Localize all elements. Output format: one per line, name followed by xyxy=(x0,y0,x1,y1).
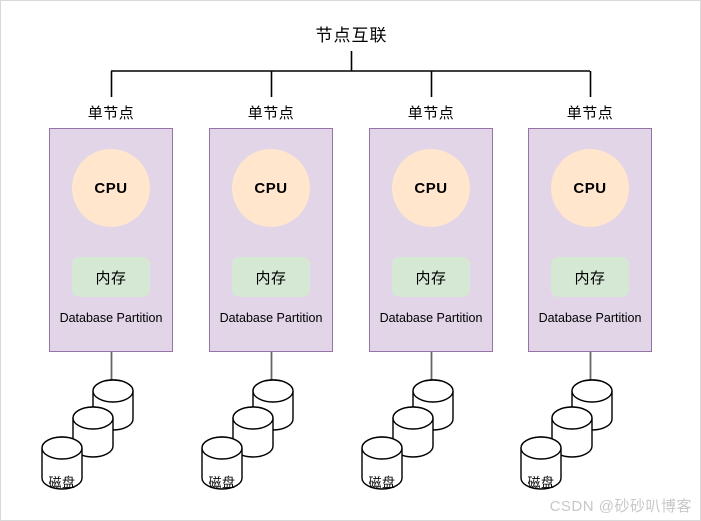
disk-label: 磁盘 xyxy=(368,475,396,490)
database-partition-label: Database Partition xyxy=(219,311,323,325)
diagram-canvas: 节点互联 单节点 CPU 内存 Database Partition 磁盘 单节… xyxy=(0,0,701,521)
memory-box: 内存 xyxy=(551,257,629,297)
node-label: 单节点 xyxy=(407,105,455,122)
disk-label: 磁盘 xyxy=(527,475,555,490)
node-label: 单节点 xyxy=(87,105,135,122)
node-box[interactable]: CPU 内存 Database Partition xyxy=(49,128,173,352)
cpu-circle: CPU xyxy=(72,149,150,227)
disk-label: 磁盘 xyxy=(208,475,236,490)
node-box[interactable]: CPU 内存 Database Partition xyxy=(209,128,333,352)
node-box[interactable]: CPU 内存 Database Partition xyxy=(369,128,493,352)
node-box[interactable]: CPU 内存 Database Partition xyxy=(528,128,652,352)
disk-label: 磁盘 xyxy=(48,475,76,490)
database-partition-label: Database Partition xyxy=(538,311,642,325)
cpu-circle: CPU xyxy=(232,149,310,227)
cpu-circle: CPU xyxy=(392,149,470,227)
page-title: 节点互联 xyxy=(315,26,388,45)
watermark: CSDN @砂砂叭博客 xyxy=(549,498,692,515)
database-partition-label: Database Partition xyxy=(379,311,483,325)
node-label: 单节点 xyxy=(247,105,295,122)
node-label: 单节点 xyxy=(566,105,614,122)
memory-box: 内存 xyxy=(392,257,470,297)
memory-box: 内存 xyxy=(232,257,310,297)
cpu-circle: CPU xyxy=(551,149,629,227)
database-partition-label: Database Partition xyxy=(59,311,163,325)
memory-box: 内存 xyxy=(72,257,150,297)
